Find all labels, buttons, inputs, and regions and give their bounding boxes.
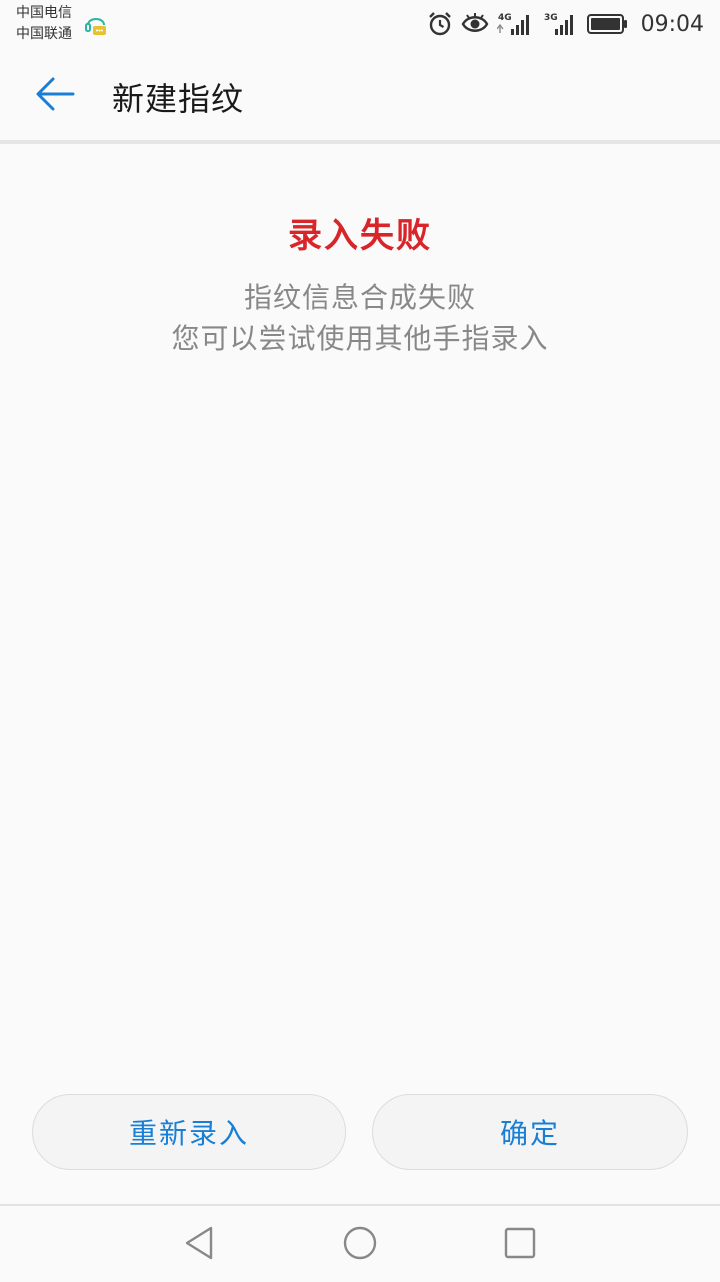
navigation-bar [0, 1204, 720, 1282]
eye-comfort-icon [461, 12, 489, 36]
svg-text:3G: 3G [544, 13, 558, 23]
ok-button[interactable]: 确定 [372, 1094, 688, 1170]
nav-back-button[interactable] [175, 1220, 225, 1270]
result-title: 录入失败 [288, 216, 432, 256]
carrier-1: 中国电信 [16, 5, 72, 21]
carrier-info: 中国电信 中国联通 [16, 3, 72, 45]
main-content: 录入失败 指纹信息合成失败 您可以尝试使用其他手指录入 重新录入 确定 [0, 144, 720, 1204]
status-icons: 4G 3G 09:04 [427, 8, 704, 40]
alarm-icon [427, 11, 453, 37]
status-bar: 中国电信 中国联通 4G 3G 09:04 [0, 0, 720, 48]
signal-icon-1: 4G [496, 11, 535, 37]
back-button[interactable] [22, 70, 88, 122]
retry-button[interactable]: 重新录入 [32, 1094, 346, 1170]
nav-recent-button[interactable] [495, 1220, 545, 1270]
app-header: 新建指纹 [0, 48, 720, 144]
result-message-line-2: 您可以尝试使用其他手指录入 [171, 322, 549, 355]
page-title: 新建指纹 [112, 80, 245, 118]
hd-voice-icon [84, 11, 108, 37]
result-message-line-1: 指纹信息合成失败 [243, 281, 476, 314]
nav-home-button[interactable] [335, 1220, 385, 1270]
battery-icon [586, 13, 629, 35]
svg-text:4G: 4G [498, 13, 512, 23]
arrow-left-icon [35, 77, 75, 115]
clock: 09:04 [640, 11, 704, 37]
nav-back-icon [183, 1225, 217, 1265]
nav-recent-icon [503, 1226, 537, 1264]
signal-icon-2: 3G [543, 11, 579, 37]
carrier-2: 中国联通 [16, 26, 72, 42]
nav-home-icon [342, 1225, 378, 1265]
